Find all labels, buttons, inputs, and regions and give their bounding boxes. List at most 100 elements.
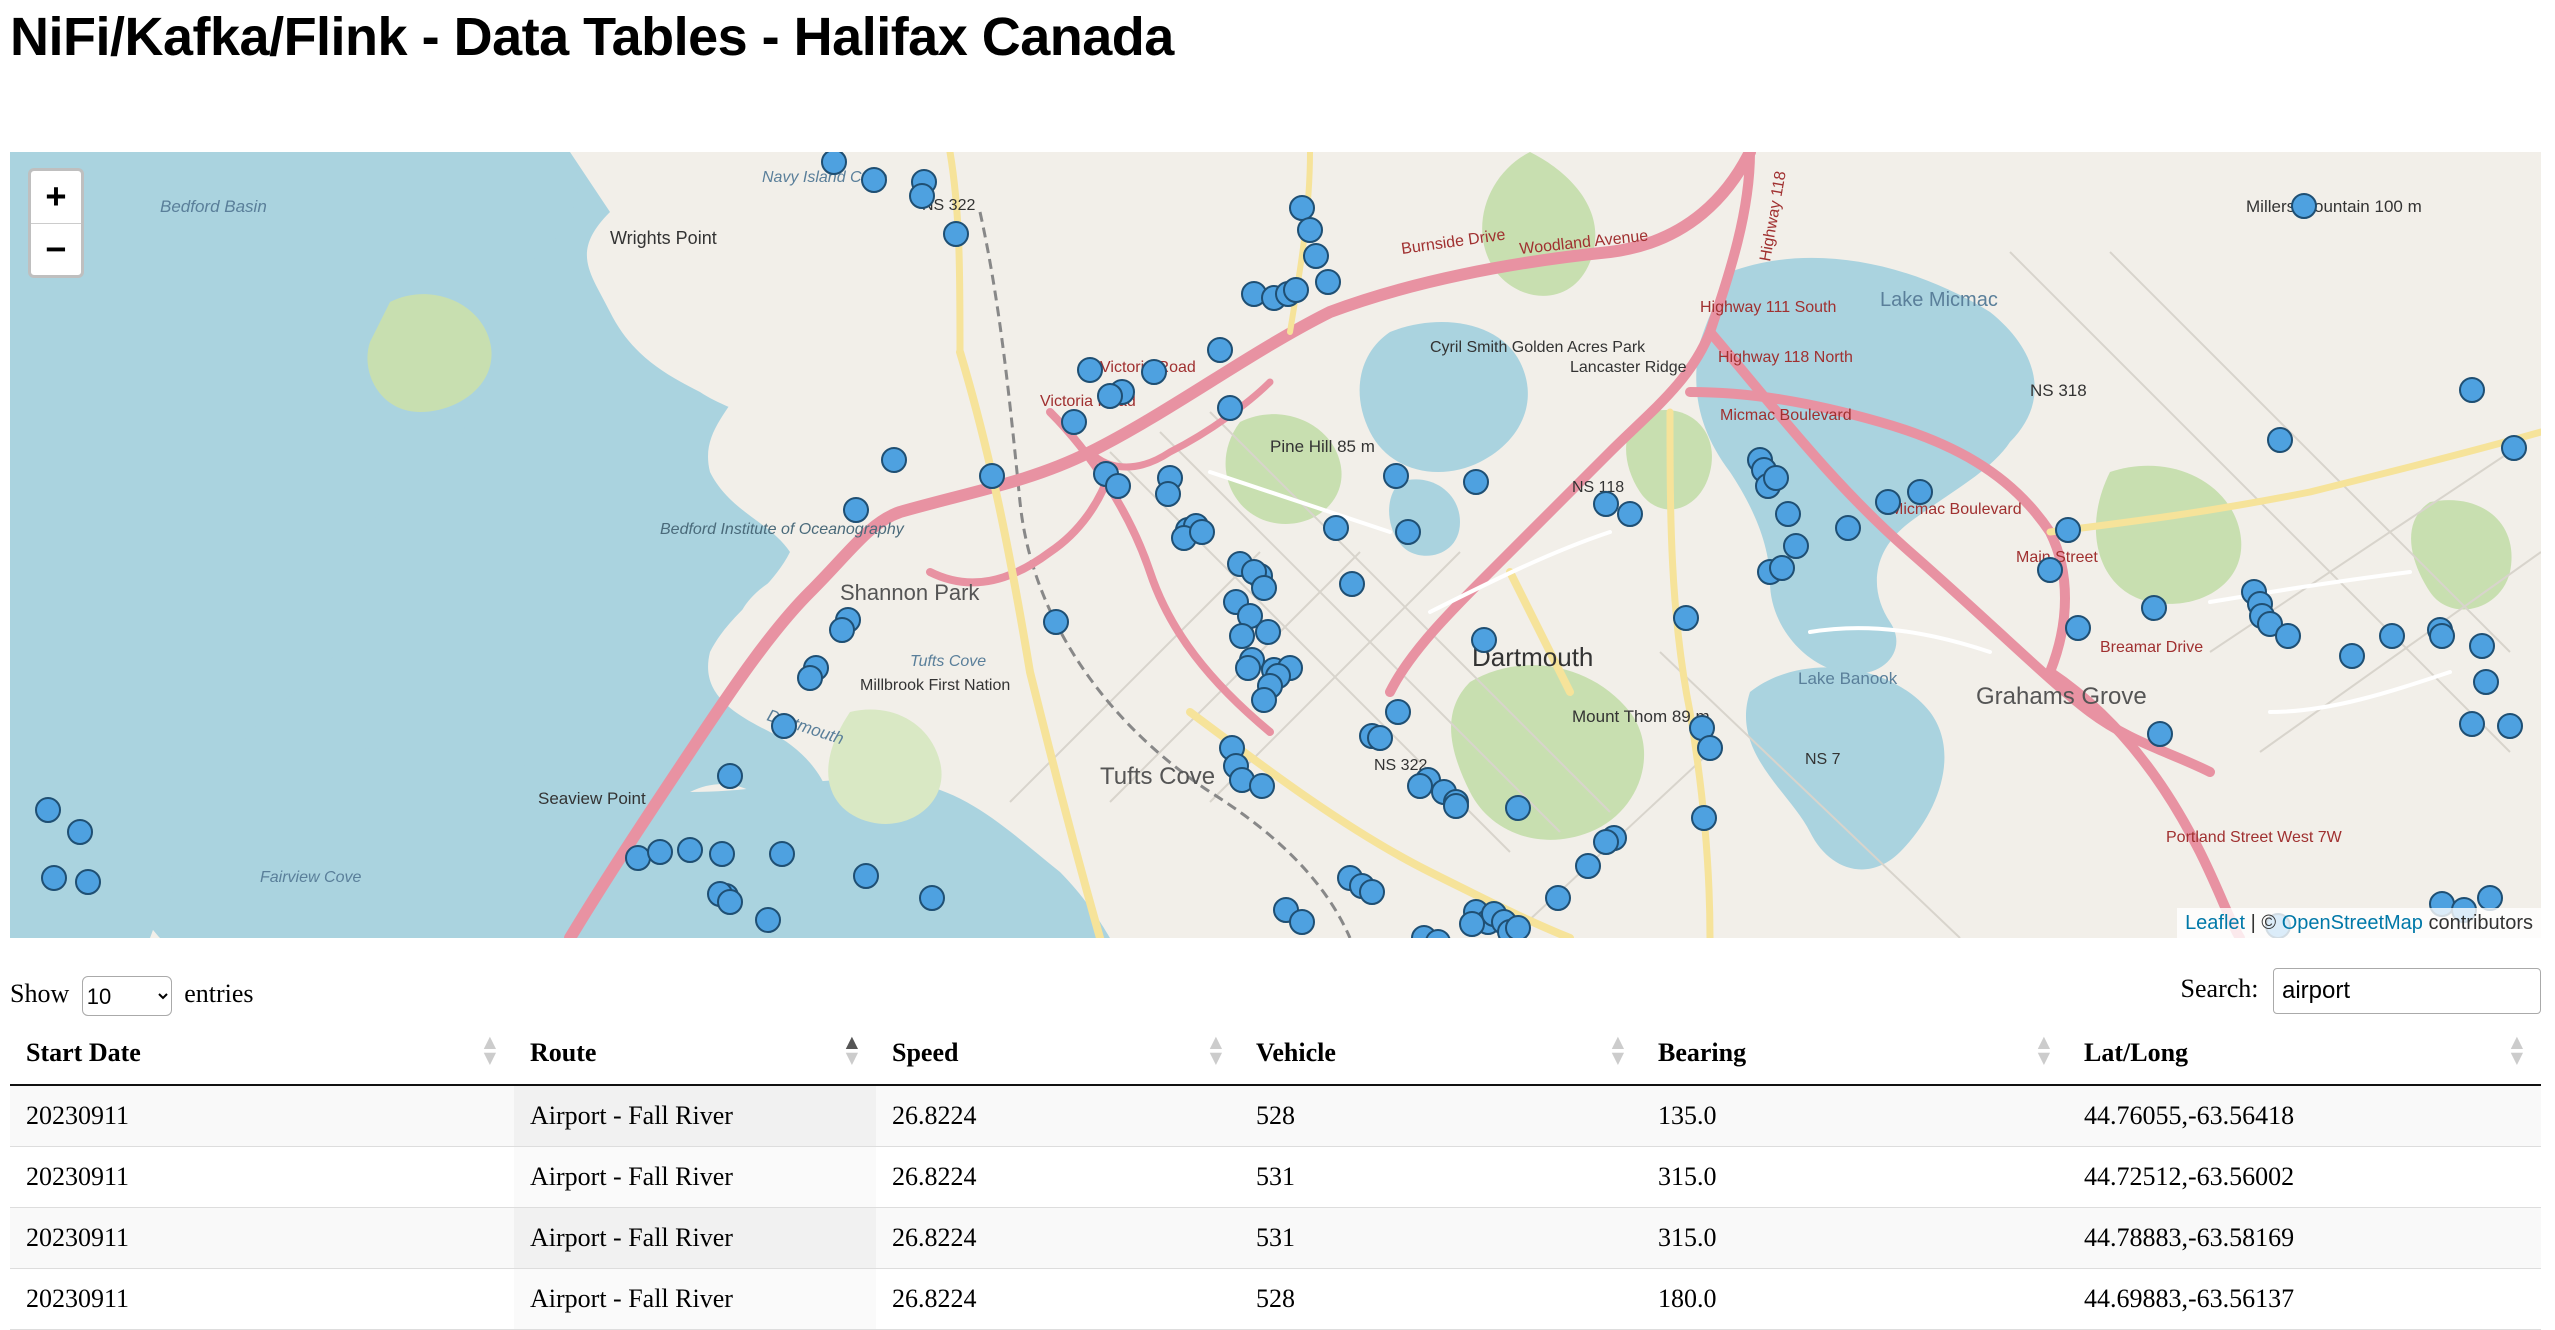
entries-select[interactable]: 10 [81, 976, 172, 1016]
vehicle-marker[interactable] [1339, 571, 1365, 597]
column-header-speed[interactable]: Speed ▲ ▼ [876, 1022, 1240, 1086]
vehicle-marker[interactable] [2147, 721, 2173, 747]
vehicle-marker[interactable] [2291, 193, 2317, 219]
vehicle-marker[interactable] [2275, 623, 2301, 649]
vehicle-marker[interactable] [771, 713, 797, 739]
vehicle-marker[interactable] [717, 889, 743, 915]
vehicle-marker[interactable] [1769, 555, 1795, 581]
vehicle-marker[interactable] [1907, 479, 1933, 505]
vehicle-marker[interactable] [1359, 879, 1385, 905]
vehicle-marker[interactable] [1505, 915, 1531, 938]
vehicle-marker[interactable] [1315, 269, 1341, 295]
vehicle-marker[interactable] [1155, 481, 1181, 507]
vehicle-marker[interactable] [2379, 623, 2405, 649]
vehicle-marker[interactable] [1043, 609, 1069, 635]
column-header-lat-long[interactable]: Lat/Long ▲ ▼ [2068, 1022, 2541, 1086]
vehicle-marker[interactable] [1593, 491, 1619, 517]
vehicle-marker[interactable] [2037, 557, 2063, 583]
vehicle-marker[interactable] [1323, 515, 1349, 541]
vehicle-marker[interactable] [41, 865, 67, 891]
vehicle-marker[interactable] [1875, 489, 1901, 515]
vehicle-marker[interactable] [881, 447, 907, 473]
vehicle-marker[interactable] [717, 763, 743, 789]
vehicle-marker[interactable] [2473, 669, 2499, 695]
vehicle-marker[interactable] [1783, 533, 1809, 559]
vehicle-marker[interactable] [1061, 409, 1087, 435]
vehicle-marker[interactable] [1303, 243, 1329, 269]
vehicle-marker[interactable] [797, 665, 823, 691]
vehicle-marker[interactable] [1189, 519, 1215, 545]
vehicle-marker[interactable] [1229, 623, 1255, 649]
vehicle-marker[interactable] [2055, 517, 2081, 543]
vehicle-marker[interactable] [1141, 359, 1167, 385]
vehicle-marker[interactable] [75, 869, 101, 895]
vehicle-marker[interactable] [1763, 465, 1789, 491]
column-header-route[interactable]: Route ▲ ▼ [514, 1022, 876, 1086]
vehicle-marker[interactable] [1383, 463, 1409, 489]
vehicle-marker[interactable] [1505, 795, 1531, 821]
vehicle-marker[interactable] [1235, 655, 1261, 681]
zoom-in-button[interactable]: + [31, 171, 81, 224]
vehicle-marker[interactable] [1691, 805, 1717, 831]
vehicle-marker[interactable] [1407, 773, 1433, 799]
vehicle-marker[interactable] [919, 885, 945, 911]
vehicle-marker[interactable] [1395, 519, 1421, 545]
vehicle-marker[interactable] [1471, 627, 1497, 653]
vehicle-marker[interactable] [1217, 395, 1243, 421]
vehicle-marker[interactable] [1697, 735, 1723, 761]
vehicle-marker[interactable] [853, 863, 879, 889]
vehicle-marker[interactable] [1575, 853, 1601, 879]
vehicle-marker[interactable] [843, 497, 869, 523]
vehicle-marker[interactable] [2459, 377, 2485, 403]
vehicle-marker[interactable] [2429, 623, 2455, 649]
vehicle-marker[interactable] [861, 167, 887, 193]
vehicle-marker[interactable] [2065, 615, 2091, 641]
vehicle-marker[interactable] [1249, 773, 1275, 799]
vehicle-marker[interactable] [1289, 909, 1315, 935]
table-row[interactable]: 20230911 Airport - Fall River 26.8224 528 13… [10, 1085, 2541, 1147]
vehicle-marker[interactable] [2339, 643, 2365, 669]
vehicle-marker[interactable] [909, 183, 935, 209]
zoom-out-button[interactable]: − [31, 224, 81, 275]
column-header-start-date[interactable]: Start Date ▲ ▼ [10, 1022, 514, 1086]
vehicle-marker[interactable] [2141, 595, 2167, 621]
table-row[interactable]: 20230911 Airport - Fall River 26.8224 528 18… [10, 1268, 2541, 1330]
vehicle-marker[interactable] [943, 221, 969, 247]
vehicle-marker[interactable] [2469, 633, 2495, 659]
vehicle-marker[interactable] [1097, 383, 1123, 409]
map-tiles[interactable]: Bedford Basin Navy Island Cove Wrights P… [10, 152, 2541, 938]
vehicle-marker[interactable] [67, 819, 93, 845]
vehicle-marker[interactable] [1283, 277, 1309, 303]
vehicle-marker[interactable] [1673, 605, 1699, 631]
column-header-bearing[interactable]: Bearing ▲ ▼ [1642, 1022, 2068, 1086]
vehicle-marker[interactable] [1297, 217, 1323, 243]
vehicle-marker[interactable] [1593, 829, 1619, 855]
vehicle-marker[interactable] [979, 463, 1005, 489]
vehicle-marker[interactable] [1367, 725, 1393, 751]
vehicle-marker[interactable] [677, 837, 703, 863]
vehicle-marker[interactable] [821, 152, 847, 175]
vehicle-marker[interactable] [2459, 711, 2485, 737]
vehicle-marker[interactable] [1385, 699, 1411, 725]
vehicle-marker[interactable] [35, 797, 61, 823]
vehicle-marker[interactable] [625, 845, 651, 871]
vehicle-marker[interactable] [1775, 501, 1801, 527]
openstreetmap-link[interactable]: OpenStreetMap [2282, 912, 2423, 934]
vehicle-marker[interactable] [1617, 501, 1643, 527]
table-row[interactable]: 20230911 Airport - Fall River 26.8224 531 31… [10, 1146, 2541, 1208]
vehicle-marker[interactable] [1289, 195, 1315, 221]
vehicle-marker[interactable] [647, 839, 673, 865]
vehicle-marker[interactable] [1207, 337, 1233, 363]
vehicle-marker[interactable] [1255, 619, 1281, 645]
vehicle-marker[interactable] [2501, 435, 2527, 461]
vehicle-marker[interactable] [755, 907, 781, 933]
vehicle-marker[interactable] [2267, 427, 2293, 453]
vehicle-marker[interactable] [1463, 469, 1489, 495]
table-row[interactable]: 20230911 Airport - Fall River 26.8224 531 31… [10, 1207, 2541, 1269]
vehicle-marker[interactable] [829, 617, 855, 643]
vehicle-marker[interactable] [2477, 885, 2503, 911]
vehicle-marker[interactable] [1251, 575, 1277, 601]
vehicle-marker[interactable] [709, 841, 735, 867]
vehicle-marker[interactable] [2497, 713, 2523, 739]
vehicle-marker[interactable] [1459, 911, 1485, 937]
